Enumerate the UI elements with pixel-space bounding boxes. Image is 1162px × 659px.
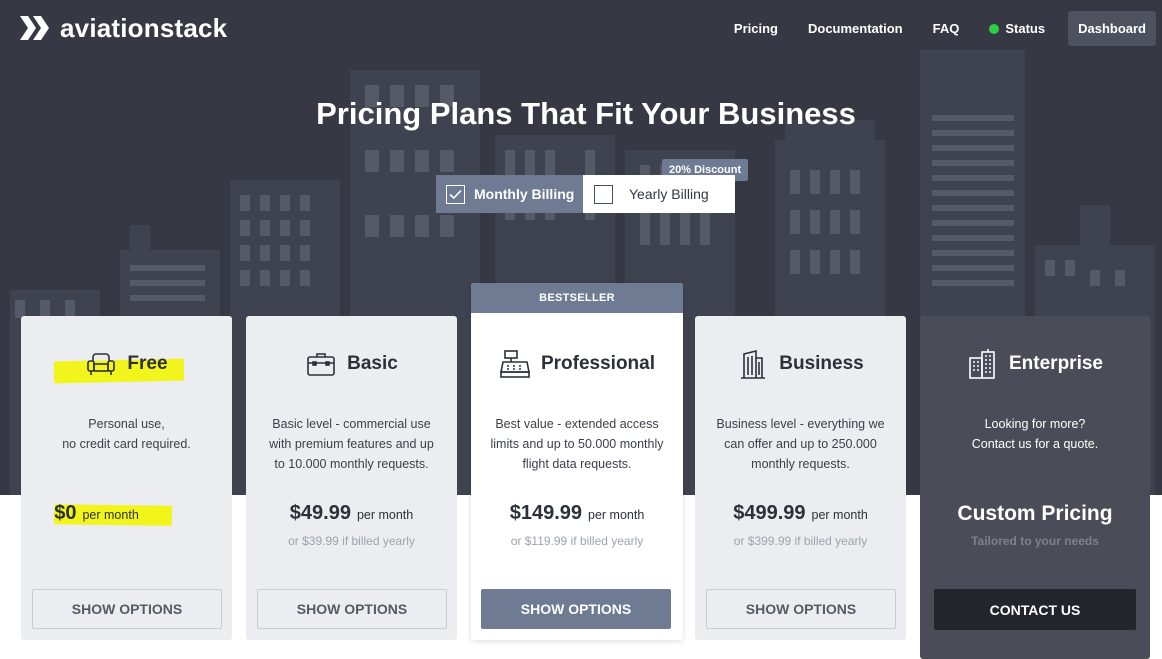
plan-price: $149.99 per month: [471, 502, 683, 525]
contact-us-button[interactable]: CONTACT US: [934, 589, 1136, 630]
plan-name: Free: [127, 353, 168, 374]
nav-menu: Pricing Documentation FAQ Status Dashboa…: [719, 11, 1156, 46]
desc-line: Contact us for a quote.: [971, 437, 1099, 451]
plan-description: Business level - everything we can offer…: [709, 414, 892, 474]
desc-line: limits and up to 50.000 monthly: [490, 437, 664, 451]
plan-card-business: Business Business level - everything we …: [695, 316, 906, 640]
plan-header: Professional: [471, 348, 683, 380]
plan-card-basic: Basic Basic level - commercial use with …: [246, 316, 457, 640]
desc-line: Basic level - commercial use: [272, 417, 431, 431]
dashboard-button[interactable]: Dashboard: [1068, 11, 1156, 46]
price-period: per month: [588, 508, 645, 522]
nav-pricing-link[interactable]: Pricing: [719, 11, 793, 46]
price-amount: $149.99: [509, 502, 582, 524]
yearly-price-note: or $39.99 if billed yearly: [288, 534, 415, 548]
price-period: per month: [811, 508, 868, 522]
plan-name: Business: [779, 353, 864, 374]
brand-name: aviationstack: [60, 12, 228, 43]
desc-line: flight data requests.: [522, 457, 632, 471]
nav-faq-link[interactable]: FAQ: [918, 11, 975, 46]
desc-line: with premium features and up: [269, 437, 434, 451]
yearly-billing-option[interactable]: Yearly Billing: [583, 175, 735, 213]
price-amount: $499.99: [733, 502, 806, 524]
desc-line: Best value - extended access: [495, 417, 659, 431]
nav-documentation-link[interactable]: Documentation: [793, 11, 918, 46]
desc-line: Personal use,: [88, 417, 165, 431]
custom-pricing-label: Custom Pricing: [957, 502, 1113, 525]
show-options-button[interactable]: SHOW OPTIONS: [706, 589, 896, 629]
plan-header: Free: [21, 348, 232, 380]
desc-line: can offer and up to 250.000: [724, 437, 877, 451]
nav-status-label: Status: [1005, 21, 1046, 36]
desc-line: Business level - everything we: [716, 417, 885, 431]
plan-description: Looking for more? Contact us for a quote…: [934, 414, 1136, 454]
custom-pricing-note: Tailored to your needs: [971, 534, 1099, 548]
plan-description: Best value - extended access limits and …: [485, 414, 669, 474]
billing-toggle: Monthly Billing Yearly Billing: [436, 175, 735, 213]
price-period: per month: [356, 508, 414, 522]
yearly-price-note: or $399.99 if billed yearly: [733, 534, 868, 548]
plan-name: Enterprise: [1009, 353, 1103, 374]
bestseller-badge: BESTSELLER: [471, 283, 683, 313]
armchair-icon: [87, 353, 116, 375]
yearly-price-note: or $119.99 if billed yearly: [510, 534, 644, 548]
checkmark-icon: [449, 189, 462, 199]
monthly-billing-label: Monthly Billing: [474, 186, 575, 202]
briefcase-icon: [307, 353, 335, 376]
plan-header: Basic: [246, 348, 457, 380]
monthly-billing-option[interactable]: Monthly Billing: [436, 175, 583, 213]
plan-card-professional: BESTSELLER Professional Best value - ext…: [471, 283, 683, 640]
plan-card-free: Free Personal use, no credit card requir…: [21, 316, 232, 640]
price-amount: $0: [54, 502, 77, 524]
plan-price: $499.99 per month: [695, 502, 906, 525]
show-options-button[interactable]: SHOW OPTIONS: [481, 589, 671, 629]
plan-header: Business: [695, 348, 906, 380]
top-navigation: aviationstack Pricing Documentation FAQ …: [0, 0, 1162, 58]
plan-price: $0 per month: [0, 502, 202, 525]
plan-header: Enterprise: [920, 348, 1150, 380]
yearly-checkbox[interactable]: [594, 184, 613, 204]
yearly-billing-label: Yearly Billing: [629, 186, 709, 202]
plan-name: Basic: [347, 353, 398, 374]
price-amount: $49.99: [289, 502, 351, 524]
show-options-button[interactable]: SHOW OPTIONS: [32, 589, 222, 629]
desc-line: monthly requests.: [751, 457, 850, 471]
desc-line: Looking for more?: [984, 417, 1086, 431]
brand-logo[interactable]: aviationstack: [18, 12, 227, 44]
price-period: per month: [82, 508, 139, 522]
desc-line: no credit card required.: [62, 437, 191, 451]
status-indicator-icon: [989, 23, 1000, 34]
plan-price: $49.99 per month: [246, 502, 457, 525]
nav-status-link[interactable]: Status: [974, 11, 1060, 46]
plan-card-enterprise: Enterprise Looking for more? Contact us …: [920, 316, 1150, 659]
desc-line: to 10.000 monthly requests.: [274, 457, 429, 471]
plan-name: Professional: [540, 353, 656, 374]
city-buildings-icon: [969, 349, 995, 379]
cash-register-icon: [499, 350, 530, 378]
page-title: Pricing Plans That Fit Your Business: [316, 96, 856, 131]
office-building-icon: [741, 349, 766, 379]
plan-description: Personal use, no credit card required.: [35, 414, 218, 454]
monthly-checkbox[interactable]: [446, 184, 465, 204]
show-options-button[interactable]: SHOW OPTIONS: [257, 589, 447, 629]
chevrons-logo-icon: [20, 16, 49, 40]
plan-description: Basic level - commercial use with premiu…: [260, 414, 443, 474]
